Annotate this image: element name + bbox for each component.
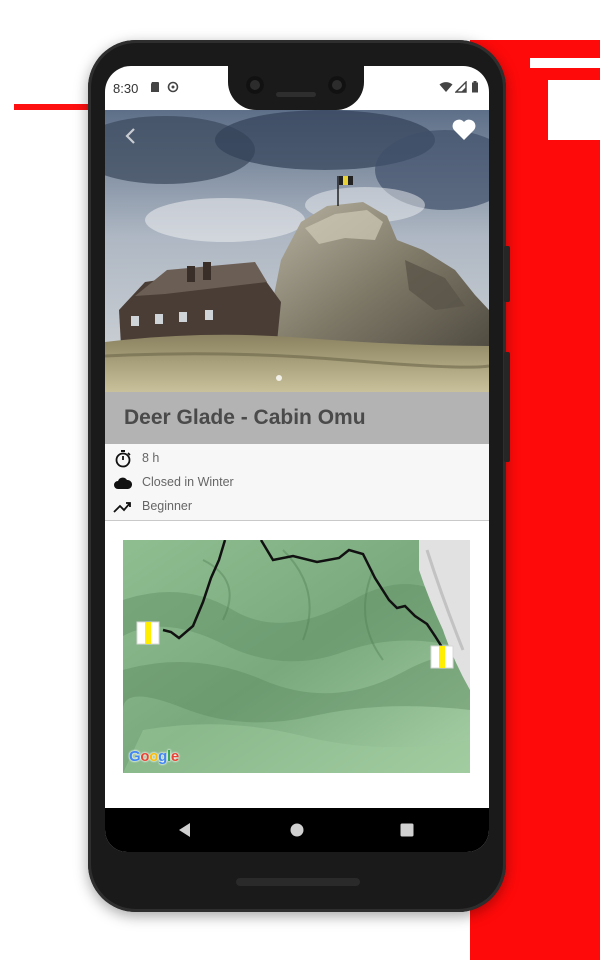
status-time: 8:30 [113, 81, 139, 96]
favorite-heart-icon[interactable] [451, 118, 477, 142]
sd-card-icon [151, 82, 159, 92]
sync-icon [167, 81, 179, 93]
trail-map[interactable]: Google [123, 540, 470, 773]
wifi-icon [439, 82, 453, 92]
signal-icon [455, 81, 467, 93]
battery-icon [472, 81, 478, 93]
system-navigation-bar [105, 808, 489, 852]
detail-label: Beginner [142, 499, 193, 513]
front-camera-right [328, 76, 346, 94]
home-circle-icon[interactable] [287, 820, 307, 840]
detail-label: 8 h [142, 451, 160, 465]
google-attribution-logo: Google [129, 748, 179, 765]
back-chevron-icon[interactable] [121, 126, 141, 146]
trending-up-icon [113, 502, 131, 513]
end-marker[interactable] [430, 645, 454, 669]
volume-button [504, 352, 510, 462]
stopwatch-icon [115, 450, 131, 468]
phone-screen: 8:30 Deer Glade - Cabin Omu 8 h Closed i… [105, 66, 489, 852]
trail-hero-image [105, 110, 489, 392]
bottom-speaker-grille [236, 878, 360, 886]
phone-notch [228, 66, 364, 110]
recents-square-icon[interactable] [397, 820, 417, 840]
front-camera-left [246, 76, 264, 94]
detail-label: Closed in Winter [142, 475, 234, 489]
power-button [504, 246, 510, 302]
trail-title: Deer Glade - Cabin Omu [124, 406, 366, 429]
cloud-icon [114, 477, 133, 489]
earpiece-speaker [276, 92, 316, 97]
trail-details: 8 h Closed in Winter Beginner [105, 444, 489, 521]
back-triangle-icon[interactable] [175, 820, 195, 840]
start-marker[interactable] [136, 621, 160, 645]
trail-title-band: Deer Glade - Cabin Omu [105, 392, 489, 444]
